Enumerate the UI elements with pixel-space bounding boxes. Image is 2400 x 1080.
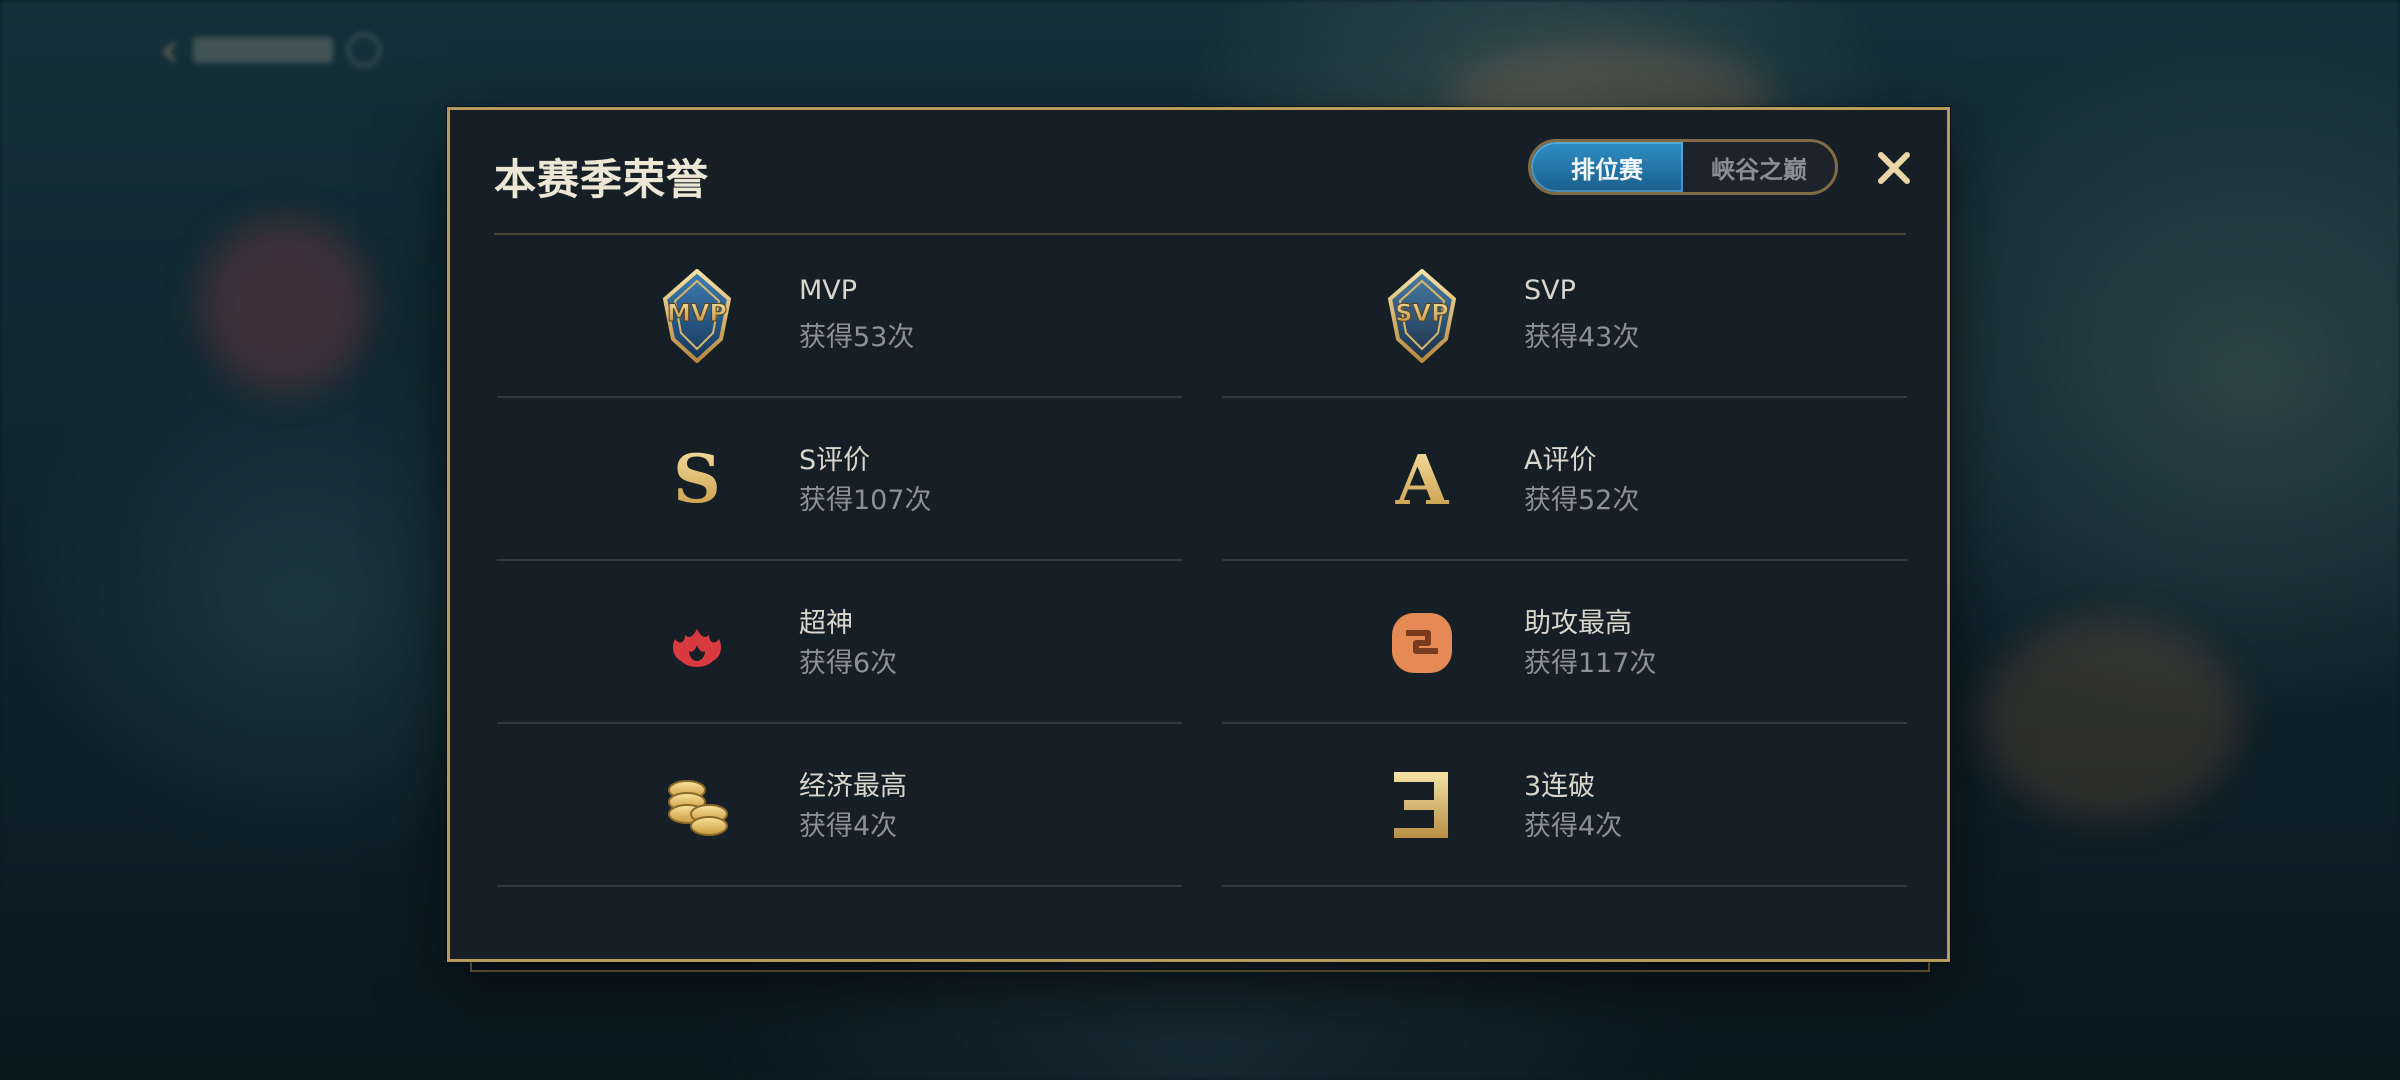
legendary-flame-icon <box>657 595 737 689</box>
mode-switch: 排位赛 峡谷之巅 <box>1528 139 1838 195</box>
svg-text:MVP: MVP <box>667 299 727 327</box>
assist-icon <box>1382 595 1462 689</box>
honor-count: 获得6次 <box>799 648 898 679</box>
honor-count: 获得117次 <box>1524 648 1657 679</box>
background-decoration <box>1980 620 2240 820</box>
dialog-title: 本赛季荣誉 <box>494 155 710 204</box>
honor-item: 3连破 获得4次 <box>1222 724 1907 887</box>
honor-name: 3连破 <box>1524 771 1596 802</box>
background-decoration <box>200 220 370 390</box>
honor-name: 超神 <box>799 608 853 639</box>
svg-text:S: S <box>673 440 721 518</box>
tab-peak[interactable]: 峡谷之巅 <box>1683 142 1835 192</box>
honor-item: 助攻最高 获得117次 <box>1222 561 1907 724</box>
back-label-placeholder <box>193 37 334 63</box>
honor-name: 助攻最高 <box>1524 608 1632 639</box>
svp-badge-icon: SVP <box>1382 269 1462 363</box>
honor-count: 获得52次 <box>1524 485 1640 516</box>
s-grade-icon: S <box>657 432 737 526</box>
honor-item: SVP SVP 获得43次 <box>1222 235 1907 398</box>
honor-name: S评价 <box>799 445 871 476</box>
honor-item: S S评价 获得107次 <box>497 398 1182 561</box>
svg-text:A: A <box>1395 441 1450 521</box>
honor-name: 经济最高 <box>799 771 907 802</box>
tab-ranked[interactable]: 排位赛 <box>1531 142 1683 192</box>
mvp-badge-icon: MVP <box>657 269 737 363</box>
close-button[interactable] <box>1874 148 1914 188</box>
honor-item: MVP MVP 获得53次 <box>497 235 1182 398</box>
a-grade-icon: A <box>1382 432 1462 526</box>
honor-count: 获得4次 <box>799 811 898 842</box>
honor-count: 获得107次 <box>799 485 932 516</box>
triple-break-icon <box>1382 758 1462 852</box>
back-chevron-icon: ‹ <box>160 22 180 78</box>
honor-count: 获得4次 <box>1524 811 1623 842</box>
honor-name: A评价 <box>1524 445 1597 476</box>
svg-text:SVP: SVP <box>1395 299 1448 327</box>
honor-item: A A评价 获得52次 <box>1222 398 1907 561</box>
honor-name: MVP <box>799 275 858 306</box>
honor-count: 获得43次 <box>1524 322 1640 353</box>
honor-count: 获得53次 <box>799 322 915 353</box>
close-icon <box>1878 152 1910 184</box>
help-icon <box>347 33 382 67</box>
gold-coins-icon <box>657 758 737 852</box>
honor-name: SVP <box>1524 275 1576 306</box>
honor-item: 经济最高 获得4次 <box>497 724 1182 887</box>
back-button[interactable]: ‹ <box>160 22 382 78</box>
honor-grid: MVP MVP 获得53次 SVP SVP 获得43次 S S评价 获得107次… <box>497 235 1907 887</box>
season-honors-dialog: 本赛季荣誉 排位赛 峡谷之巅 MVP MVP 获得53次 SVP SVP 获得4… <box>447 107 1950 962</box>
honor-item: 超神 获得6次 <box>497 561 1182 724</box>
